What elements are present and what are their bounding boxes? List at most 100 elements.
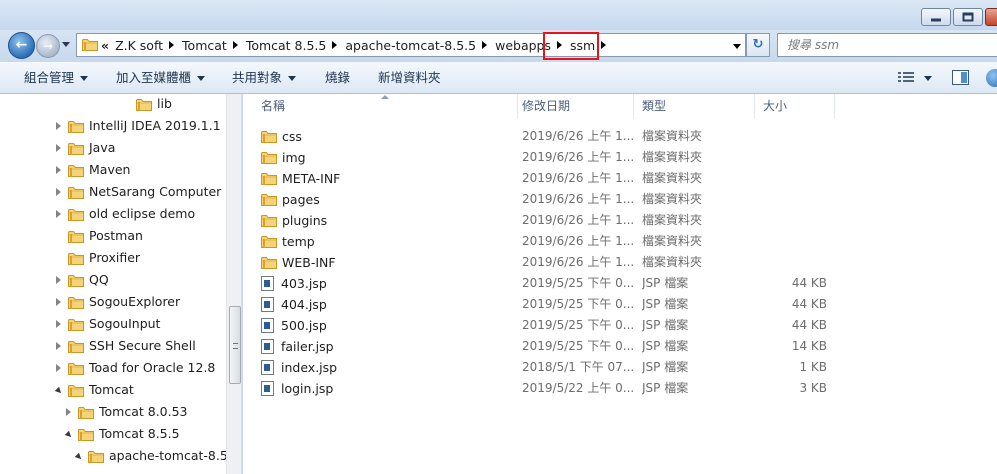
file-row[interactable]: pages 2019/6/26 上午 1... 檔案資料夾 (243, 189, 997, 210)
chevron-right-icon[interactable] (482, 41, 488, 49)
file-row[interactable]: 404.jsp 2019/5/25 下午 0... JSP 檔案 44 KB (243, 294, 997, 315)
share-menu[interactable]: 共用對象 (232, 62, 297, 93)
file-row[interactable]: index.jsp 2018/5/1 下午 07... JSP 檔案 1 KB (243, 357, 997, 378)
folder-icon (68, 362, 84, 375)
expand-arrow-icon[interactable] (56, 357, 68, 379)
file-row[interactable]: login.jsp 2019/5/22 上午 0... JSP 檔案 3 KB (243, 378, 997, 399)
file-date: 2019/5/22 上午 0... (522, 381, 634, 395)
nav-tree-item[interactable]: Maven (56, 159, 130, 181)
chevron-right-icon[interactable] (232, 41, 238, 49)
add-to-library-menu[interactable]: 加入至媒體櫃 (116, 62, 206, 93)
file-row[interactable]: 403.jsp 2019/5/25 下午 0... JSP 檔案 44 KB (243, 273, 997, 294)
nav-tree-item[interactable]: Tomcat 8.0.53 (66, 401, 188, 423)
nav-tree-item[interactable]: SSH Secure Shell (56, 335, 196, 357)
file-name-cell: img (261, 147, 511, 168)
arrow-right-icon: → (42, 39, 54, 53)
nav-tree-item[interactable]: NetSarang Computer (56, 181, 221, 203)
nav-tree-item[interactable]: Toad for Oracle 12.8 (56, 357, 215, 379)
nav-tree-item[interactable]: Tomcat 8.5.5 (64, 423, 180, 445)
column-header-type[interactable]: 類型 (634, 94, 755, 119)
command-bar: 組合管理 加入至媒體櫃 共用對象 燒錄 新增資料夾 (0, 62, 997, 94)
expand-arrow-icon[interactable] (56, 313, 68, 335)
file-name-cell: 404.jsp (261, 294, 511, 315)
burn-button[interactable]: 燒錄 (325, 62, 350, 93)
file-row[interactable]: img 2019/6/26 上午 1... 檔案資料夾 (243, 147, 997, 168)
nav-tree-item[interactable]: Tomcat (54, 379, 134, 401)
file-row[interactable]: temp 2019/6/26 上午 1... 檔案資料夾 (243, 231, 997, 252)
nav-tree-item[interactable]: lib (124, 94, 172, 115)
file-row[interactable]: css 2019/6/26 上午 1... 檔案資料夾 (243, 126, 997, 147)
file-row[interactable]: WEB-INF 2019/6/26 上午 1... 檔案資料夾 (243, 252, 997, 273)
expand-arrow-icon[interactable] (56, 159, 68, 181)
breadcrumb-item[interactable]: Z.K soft (115, 38, 163, 53)
chevron-right-icon[interactable] (169, 41, 175, 49)
nav-tree-item[interactable]: Postman (56, 225, 143, 247)
folder-icon (68, 296, 84, 309)
folder-icon (68, 208, 84, 221)
collapse-arrow-icon[interactable] (74, 445, 88, 467)
address-bar[interactable]: « Z.K soft Tomcat Tomcat 8.5.5 apache-to… (76, 32, 746, 60)
address-dropdown[interactable] (733, 44, 741, 49)
collapse-arrow-icon[interactable] (64, 423, 78, 445)
refresh-button[interactable]: ↻ (746, 33, 770, 57)
forward-button[interactable]: → (36, 34, 60, 58)
nav-tree-label: lib (157, 96, 172, 111)
expand-arrow-icon[interactable] (56, 291, 68, 313)
file-name-cell: WEB-INF (261, 252, 511, 273)
nav-scrollbar[interactable] (226, 94, 241, 474)
nav-tree-item[interactable]: Proxifier (56, 247, 140, 269)
help-icon[interactable] (986, 69, 997, 87)
recent-pages-dropdown[interactable] (62, 42, 70, 47)
view-options-dropdown[interactable] (924, 76, 932, 81)
breadcrumb-overflow[interactable]: « (101, 38, 109, 53)
file-row[interactable]: META-INF 2019/6/26 上午 1... 檔案資料夾 (243, 168, 997, 189)
scrollbar-thumb[interactable] (229, 306, 241, 384)
expand-arrow-icon[interactable] (66, 401, 78, 423)
file-type: 檔案資料夾 (642, 129, 703, 143)
file-name-cell: index.jsp (261, 357, 511, 378)
file-date: 2019/5/25 下午 0... (522, 276, 634, 290)
folder-icon (68, 164, 84, 177)
nav-tree-item[interactable]: IntelliJ IDEA 2019.1.1 (56, 115, 221, 137)
minimize-button[interactable] (921, 8, 951, 26)
collapse-arrow-icon[interactable] (54, 379, 68, 401)
breadcrumb-item[interactable]: Tomcat 8.5.5 (246, 38, 327, 53)
file-row[interactable]: failer.jsp 2019/5/25 下午 0... JSP 檔案 14 KB (243, 336, 997, 357)
expand-arrow-icon[interactable] (56, 203, 68, 225)
sort-ascending-icon (381, 95, 389, 99)
nav-tree-item[interactable]: old eclipse demo (56, 203, 195, 225)
nav-tree-item[interactable]: QQ (56, 269, 109, 291)
breadcrumb-item[interactable]: apache-tomcat-8.5.5 (345, 38, 476, 53)
file-name: temp (282, 234, 315, 249)
expand-arrow-icon[interactable] (56, 269, 68, 291)
view-options-icon[interactable] (898, 71, 914, 84)
navigation-pane[interactable]: apache-tomcat-8.5.5 Tomcat 8.5.5 Tomcat 8.… (0, 94, 242, 474)
breadcrumb-item[interactable]: Tomcat (182, 38, 227, 53)
back-button[interactable]: ← (8, 32, 35, 59)
nav-tree-item[interactable]: SogouExplorer (56, 291, 180, 313)
new-folder-button[interactable]: 新增資料夾 (378, 62, 441, 93)
organize-menu[interactable]: 組合管理 (24, 62, 89, 93)
folder-icon (68, 186, 84, 199)
nav-tree-item[interactable]: SogouInput (56, 313, 160, 335)
nav-tree-item[interactable]: Java (56, 137, 115, 159)
chevron-right-icon[interactable] (332, 41, 338, 49)
expand-arrow-icon[interactable] (56, 137, 68, 159)
expand-arrow-icon[interactable] (56, 181, 68, 203)
nav-tree-label: Tomcat (89, 382, 134, 397)
preview-pane-icon[interactable] (952, 70, 969, 85)
file-row[interactable]: plugins 2019/6/26 上午 1... 檔案資料夾 (243, 210, 997, 231)
chevron-right-icon[interactable] (601, 41, 607, 49)
file-row[interactable]: 500.jsp 2019/5/25 下午 0... JSP 檔案 44 KB (243, 315, 997, 336)
expand-arrow-icon[interactable] (56, 335, 68, 357)
close-button[interactable] (985, 8, 997, 26)
column-header-size[interactable]: 大小 (755, 94, 835, 119)
file-date: 2019/6/26 上午 1... (522, 255, 634, 269)
file-name: 500.jsp (281, 318, 327, 333)
file-list[interactable]: 名稱 修改日期 類型 大小 css 2019/6/26 上午 1... 檔案資料夾 i… (243, 94, 997, 474)
search-input[interactable] (777, 33, 997, 57)
maximize-button[interactable] (953, 8, 983, 26)
nav-tree-item[interactable]: apache-tomcat-8.5.5 (74, 445, 240, 467)
column-header-date[interactable]: 修改日期 (514, 94, 634, 119)
expand-arrow-icon[interactable] (56, 115, 68, 137)
